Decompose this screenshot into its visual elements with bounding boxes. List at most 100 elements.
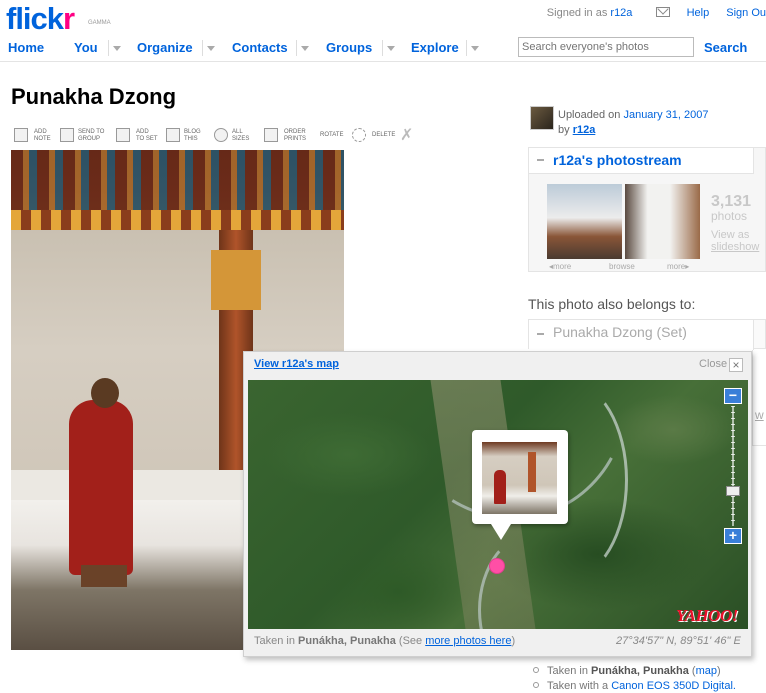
photostream-title[interactable]: r12a's photostream bbox=[553, 152, 682, 168]
signed-in-username[interactable]: r12a bbox=[610, 7, 632, 19]
set-title[interactable]: Punakha Dzong (Set) bbox=[553, 324, 687, 340]
uploader-link[interactable]: r12a bbox=[573, 124, 596, 136]
nav-organize[interactable]: Organize bbox=[137, 40, 193, 55]
photostream-thumb-next[interactable] bbox=[625, 184, 700, 259]
see-prefix: (See bbox=[398, 635, 423, 647]
photo-beam-trim bbox=[11, 210, 344, 230]
map-popup: View r12a's map Close × − + YAHOO! Taken… bbox=[243, 351, 752, 657]
search-button[interactable]: Search bbox=[704, 40, 747, 55]
collapse-icon[interactable] bbox=[537, 159, 544, 161]
upload-info: Uploaded on January 31, 2007 by r12a bbox=[558, 108, 708, 138]
set-header: Punakha Dzong (Set) bbox=[529, 320, 754, 350]
close-icon[interactable]: × bbox=[729, 358, 743, 372]
photo-monk-robe bbox=[69, 400, 133, 575]
add-to-set-label: ADD TO SET bbox=[136, 129, 158, 142]
nav-explore[interactable]: Explore bbox=[411, 40, 459, 55]
photo-toolbar: ADD NOTE SEND TO GROUP ADD TO SET BLOG T… bbox=[12, 124, 512, 148]
avatar[interactable] bbox=[530, 106, 554, 130]
detail-map-link[interactable]: map bbox=[696, 665, 717, 677]
detail-camera-link[interactable]: Canon EOS 350D Digital. bbox=[611, 680, 736, 692]
photo-monk-head bbox=[91, 378, 119, 408]
bullet-icon bbox=[533, 682, 539, 688]
set-partial-link[interactable]: w bbox=[755, 408, 764, 422]
send-to-group-label: SEND TO GROUP bbox=[78, 129, 105, 142]
zoom-control[interactable]: − + bbox=[724, 388, 742, 548]
map-popup-thumbnail[interactable] bbox=[482, 442, 557, 514]
rotate-icon bbox=[352, 128, 366, 142]
nav-groups-dropdown-icon[interactable] bbox=[382, 40, 396, 56]
more-photos-link[interactable]: more photos here bbox=[425, 635, 511, 647]
set-icon bbox=[116, 128, 130, 142]
nav-divider bbox=[0, 61, 766, 62]
close-label[interactable]: Close bbox=[699, 358, 727, 370]
zoom-slider-handle[interactable] bbox=[726, 486, 740, 496]
order-prints-label: ORDER PRINTS bbox=[284, 129, 307, 142]
magnifier-icon bbox=[214, 128, 228, 142]
photostream-browse[interactable]: browse bbox=[609, 262, 635, 271]
nav-home[interactable]: Home bbox=[8, 40, 44, 55]
nav-groups[interactable]: Groups bbox=[326, 40, 372, 55]
add-note-icon bbox=[14, 128, 28, 142]
nav-you[interactable]: You bbox=[74, 40, 98, 55]
location-pin-icon[interactable] bbox=[489, 558, 505, 574]
upload-date-link[interactable]: January 31, 2007 bbox=[623, 109, 708, 121]
photostream-thumb-prev[interactable] bbox=[547, 184, 622, 259]
flickr-logo[interactable]: flickr GAMMA bbox=[6, 2, 111, 36]
delete-label: DELETE bbox=[372, 132, 396, 138]
blog-this-label: BLOG THIS bbox=[184, 129, 201, 142]
mail-icon[interactable] bbox=[655, 7, 670, 17]
all-sizes-label: ALL SIZES bbox=[232, 129, 250, 142]
add-note-label: ADD NOTE bbox=[34, 129, 51, 142]
see-suffix: ) bbox=[511, 635, 516, 647]
detail-taken-in-place[interactable]: Punákha, Punakha bbox=[591, 665, 689, 677]
photo-count-label: photos bbox=[711, 209, 748, 223]
map-photo-popup[interactable] bbox=[472, 430, 568, 524]
zoom-slider-track[interactable] bbox=[731, 406, 735, 526]
nav-contacts-dropdown-icon[interactable] bbox=[296, 40, 310, 56]
gamma-label: GAMMA bbox=[88, 20, 111, 26]
map-popup-pointer bbox=[491, 524, 511, 540]
nav-contacts[interactable]: Contacts bbox=[232, 40, 288, 55]
search-input[interactable] bbox=[518, 37, 694, 57]
photo-beam bbox=[11, 150, 344, 210]
nav-explore-dropdown-icon[interactable] bbox=[466, 40, 480, 56]
list-item: Taken in Punákha, Punakha (map) bbox=[533, 664, 736, 679]
page-title: Punakha Dzong bbox=[11, 84, 177, 109]
signed-in-text: Signed in as bbox=[546, 7, 608, 19]
set-collapse-icon[interactable] bbox=[537, 333, 544, 335]
help-link[interactable]: Help bbox=[687, 7, 710, 19]
zoom-out-button[interactable]: − bbox=[724, 388, 742, 404]
rotate-label: ROTATE bbox=[320, 132, 344, 138]
view-map-link[interactable]: View r12a's map bbox=[254, 358, 339, 370]
account-bar: Signed in as r12a Help Sign Ou bbox=[547, 7, 766, 19]
photo-monk-feet bbox=[81, 565, 127, 587]
satellite-map[interactable]: − + YAHOO! bbox=[248, 380, 748, 629]
blog-icon bbox=[166, 128, 180, 142]
taken-in-label: Taken in bbox=[254, 635, 295, 647]
photostream-header: r12a's photostream bbox=[529, 148, 754, 174]
set-box: Punakha Dzong (Set) bbox=[528, 319, 766, 350]
belongs-heading: This photo also belongs to: bbox=[528, 296, 696, 312]
thumb-monk bbox=[494, 470, 506, 504]
detail-taken-in-label: Taken in bbox=[547, 665, 588, 677]
taken-in-place: Punákha, Punakha bbox=[298, 635, 396, 647]
delete-x-icon: ✗ bbox=[400, 127, 414, 144]
photostream-more-next[interactable]: more▸ bbox=[667, 262, 689, 271]
photo-pillar-capital bbox=[211, 250, 261, 310]
yahoo-logo: YAHOO! bbox=[676, 606, 738, 625]
slideshow-link[interactable]: slideshow bbox=[711, 241, 759, 253]
printer-icon bbox=[264, 128, 278, 142]
sign-out-link[interactable]: Sign Ou bbox=[726, 7, 766, 19]
view-as-slideshow[interactable]: View as slideshow bbox=[711, 229, 759, 253]
photostream-box: r12a's photostream 3,131 photos View as … bbox=[528, 147, 766, 272]
nav-organize-dropdown-icon[interactable] bbox=[202, 40, 216, 56]
zoom-in-button[interactable]: + bbox=[724, 528, 742, 544]
photostream-nav: ◂more browse more▸ bbox=[547, 262, 702, 273]
map-footer: Taken in Punákha, Punakha (See more phot… bbox=[254, 635, 515, 647]
photostream-more-prev[interactable]: ◂more bbox=[549, 262, 571, 271]
detail-camera-label: Taken with a bbox=[547, 680, 609, 692]
nav-you-dropdown-icon[interactable] bbox=[108, 40, 122, 56]
uploaded-on-label: Uploaded on bbox=[558, 109, 621, 121]
group-icon bbox=[60, 128, 74, 142]
set-box-edge: w bbox=[752, 350, 766, 446]
